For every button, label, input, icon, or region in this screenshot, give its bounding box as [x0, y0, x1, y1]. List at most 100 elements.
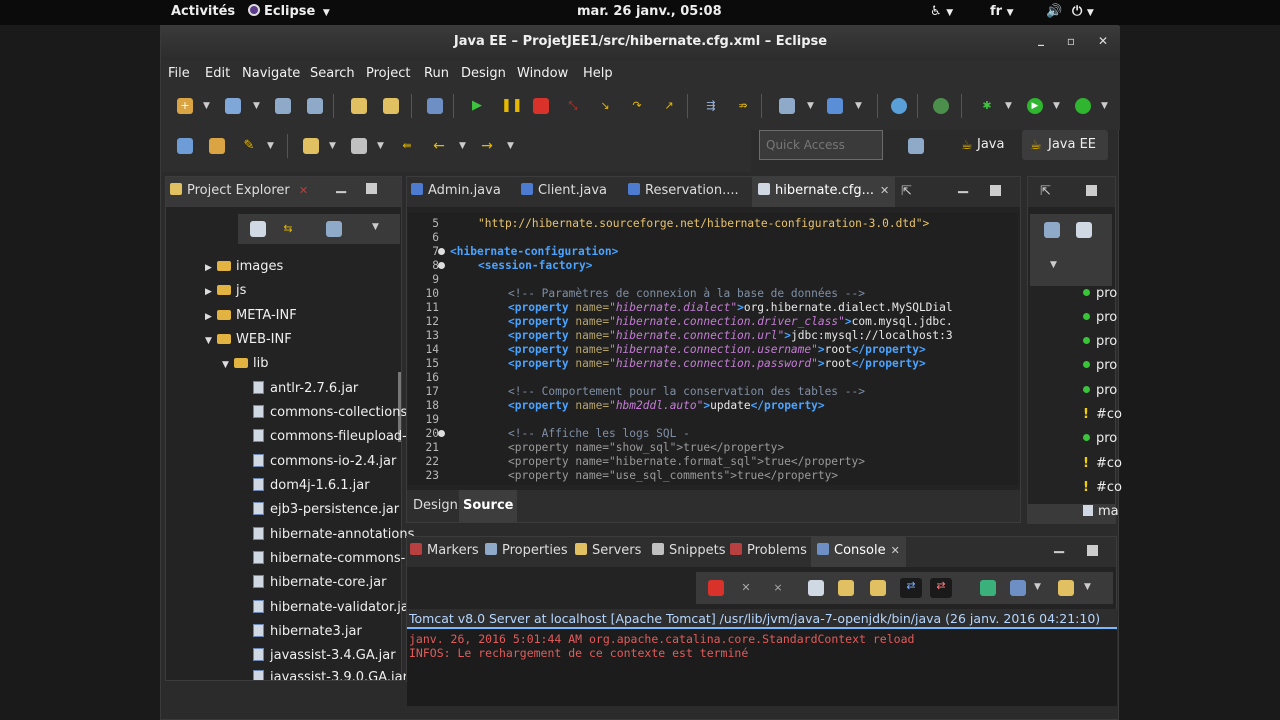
menu-search[interactable]: Search — [310, 66, 355, 81]
activities-button[interactable]: Activités — [171, 4, 235, 19]
code-editor[interactable]: 5 "http://hibernate.sourceforge.net/hiber… — [408, 213, 1018, 485]
fold-marker[interactable] — [438, 430, 445, 437]
new-java-project-icon[interactable] — [177, 138, 193, 154]
resume-icon[interactable]: ▶ — [469, 98, 485, 114]
close-icon[interactable]: ✕ — [891, 544, 900, 557]
outline-item[interactable]: pro — [1083, 310, 1117, 325]
new-wizard-icon[interactable] — [827, 98, 843, 114]
properties-icon[interactable] — [383, 98, 399, 114]
settings-icon[interactable] — [427, 98, 443, 114]
use-step-filters-icon[interactable]: ⇏ — [735, 98, 751, 114]
menu-navigate[interactable]: Navigate — [242, 66, 300, 81]
tab-problems[interactable]: Problems — [730, 543, 807, 558]
tab-design[interactable]: Design — [413, 498, 458, 513]
minimize-icon[interactable]: ▁ — [1054, 539, 1064, 554]
suspend-icon[interactable]: ❚❚ — [501, 98, 523, 114]
tree-file[interactable]: javassist-3.4.GA.jar — [253, 648, 396, 668]
outline-item[interactable]: ! #co — [1083, 456, 1122, 471]
last-edit-icon[interactable] — [351, 138, 367, 154]
menu-edit[interactable]: Edit — [205, 66, 230, 81]
clear-console-icon[interactable] — [808, 580, 824, 596]
filter-icon[interactable] — [326, 221, 342, 237]
minimize-icon[interactable]: ▁ — [336, 179, 346, 194]
tab-project-explorer[interactable]: Project Explorer ✕ — [170, 183, 308, 198]
forward-icon[interactable]: → — [479, 138, 495, 154]
chevron-down-icon[interactable]: ▼ — [267, 141, 274, 151]
tree-file[interactable]: javassist-3.9.0.GA.jar — [253, 670, 408, 680]
menu-design[interactable]: Design — [461, 66, 506, 81]
drop-to-frame-icon[interactable]: ⇶ — [703, 98, 719, 114]
more-tabs-icon[interactable]: ⇱ — [901, 184, 912, 199]
display-console-icon[interactable] — [1010, 580, 1026, 596]
collapse-all-icon[interactable] — [1076, 222, 1092, 238]
back-icon[interactable]: ← — [431, 138, 447, 154]
show-stderr-icon[interactable]: ⇄ — [930, 578, 952, 598]
outline-item[interactable]: pro — [1083, 383, 1117, 398]
fold-marker[interactable] — [438, 262, 445, 269]
tree-file[interactable]: antlr-2.7.6.jar — [253, 381, 358, 401]
language-menu[interactable]: fr ▼ — [990, 4, 1014, 19]
perspective-java-ee[interactable]: ☕ Java EE — [1022, 130, 1108, 160]
annotation-icon[interactable] — [303, 138, 319, 154]
console-output[interactable]: Tomcat v8.0 Server at localhost [Apache … — [407, 609, 1117, 706]
tree-file[interactable]: hibernate3.jar — [253, 624, 362, 644]
perspective-java[interactable]: ☕ Java — [951, 130, 1012, 160]
chevron-down-icon[interactable]: ▼ — [329, 141, 336, 151]
tree-folder[interactable]: ▶ js — [205, 283, 246, 303]
save-icon[interactable] — [275, 98, 291, 114]
chevron-down-icon[interactable]: ▼ — [807, 101, 814, 111]
volume-icon[interactable]: 🔊 — [1046, 4, 1062, 19]
menu-project[interactable]: Project — [366, 66, 410, 81]
back-history-icon[interactable]: ⇚ — [399, 138, 415, 154]
menu-help[interactable]: Help — [583, 66, 613, 81]
tree-folder[interactable]: ▼ WEB-INF — [205, 332, 292, 352]
tab-client-java[interactable]: Client.java — [521, 183, 607, 198]
chevron-down-icon[interactable]: ▼ — [222, 360, 234, 370]
tab-markers[interactable]: Markers — [410, 543, 479, 558]
tree-file[interactable]: hibernate-validator.jar — [253, 600, 414, 620]
show-stdout-icon[interactable]: ⇄ — [900, 578, 922, 598]
tree-file[interactable]: ejb3-persistence.jar — [253, 502, 399, 522]
chevron-down-icon[interactable]: ▼ — [1084, 582, 1091, 592]
restore-icon[interactable]: ⇱ — [1040, 184, 1051, 199]
collapse-all-icon[interactable] — [250, 221, 266, 237]
refresh-icon[interactable] — [933, 98, 949, 114]
tree-file[interactable]: hibernate-commons- — [253, 551, 405, 571]
tree-file[interactable]: dom4j-1.6.1.jar — [253, 478, 370, 498]
tree-file[interactable]: hibernate-core.jar — [253, 575, 386, 595]
maximize-icon[interactable] — [1086, 185, 1097, 196]
remove-all-icon[interactable]: ⨯ — [770, 580, 786, 596]
run-icon[interactable]: ▶ — [1027, 98, 1043, 114]
outline-item[interactable]: pro — [1083, 334, 1117, 349]
tree-file[interactable]: commons-fileupload- — [253, 429, 407, 449]
minimize-icon[interactable]: ▁ — [958, 179, 968, 194]
terminate-icon[interactable] — [533, 98, 549, 114]
accessibility-icon[interactable]: ♿ ▼ — [930, 4, 953, 19]
power-icon[interactable]: ⏻ ▼ — [1072, 4, 1094, 19]
word-wrap-icon[interactable] — [870, 580, 886, 596]
scroll-lock-icon[interactable] — [838, 580, 854, 596]
tree-folder[interactable]: ▶ images — [205, 259, 283, 279]
tree-file[interactable]: commons-io-2.4.jar — [253, 454, 396, 474]
maximize-icon[interactable] — [990, 185, 1001, 196]
outline-item[interactable]: pro — [1083, 286, 1117, 301]
open-type-icon[interactable] — [209, 138, 225, 154]
sort-icon[interactable] — [1044, 222, 1060, 238]
terminate-icon[interactable] — [708, 580, 724, 596]
chevron-down-icon[interactable]: ▼ — [507, 141, 514, 151]
chevron-down-icon[interactable]: ▼ — [205, 336, 217, 346]
app-menu[interactable]: Eclipse ▼ — [248, 4, 330, 19]
open-icon[interactable] — [225, 98, 241, 114]
maximize-icon[interactable]: ▫ — [1063, 34, 1079, 50]
debug-icon[interactable]: ✱ — [979, 98, 995, 114]
outline-item[interactable]: ! #co — [1083, 480, 1122, 495]
tree-file[interactable]: commons-collections — [253, 405, 407, 425]
chevron-down-icon[interactable]: ▼ — [1053, 101, 1060, 111]
remove-launch-icon[interactable]: ✕ — [738, 580, 754, 596]
save-all-icon[interactable] — [307, 98, 323, 114]
chevron-right-icon[interactable]: ▶ — [205, 312, 217, 322]
minimize-icon[interactable]: _ — [1033, 32, 1049, 48]
chevron-down-icon[interactable]: ▼ — [459, 141, 466, 151]
step-into-icon[interactable]: ↘ — [597, 98, 613, 114]
brush-icon[interactable]: ✎ — [241, 138, 257, 154]
